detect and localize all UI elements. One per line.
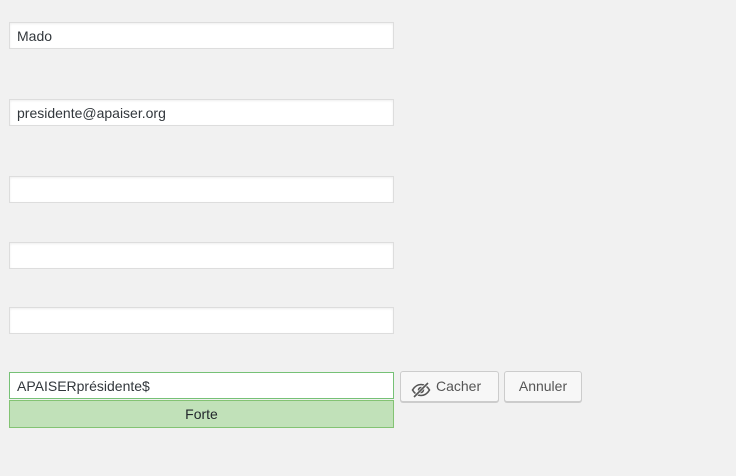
- password-strength-label: Forte: [185, 406, 218, 422]
- website-input[interactable]: [9, 176, 394, 203]
- nickname-input[interactable]: [9, 22, 394, 49]
- text-input-2[interactable]: [9, 242, 394, 269]
- cancel-button[interactable]: Annuler: [504, 371, 582, 402]
- profile-form: Forte Cacher Annuler: [0, 0, 736, 476]
- new-password-input[interactable]: [9, 372, 394, 399]
- hide-password-button[interactable]: Cacher: [400, 371, 499, 402]
- password-strength-indicator: Forte: [9, 400, 394, 428]
- email-input[interactable]: [9, 99, 394, 126]
- cancel-button-label: Annuler: [518, 378, 568, 394]
- text-input-3[interactable]: [9, 307, 394, 334]
- eye-slash-icon: [411, 379, 431, 398]
- hide-button-label: Cacher: [436, 378, 482, 394]
